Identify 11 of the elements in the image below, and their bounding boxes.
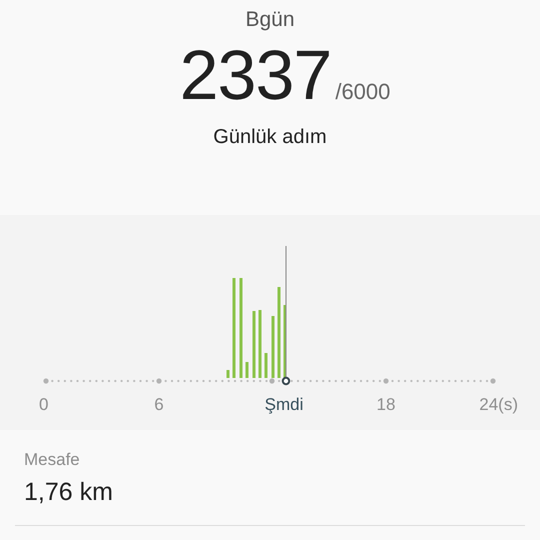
axis-label: 6: [154, 395, 164, 414]
step-count: 2337: [180, 40, 332, 110]
axis-label: 18: [376, 395, 396, 414]
step-goal: /6000: [335, 79, 390, 105]
now-label: Şmdi: [264, 395, 304, 414]
axis-label: 0: [39, 395, 48, 414]
axis-label: 24(s): [479, 395, 518, 414]
daily-steps-caption: Günlük adım: [213, 126, 327, 149]
distance-value: 1,76 km: [24, 478, 114, 507]
distance-label: Mesafe: [24, 450, 81, 470]
day-title: Bgün: [245, 8, 295, 32]
